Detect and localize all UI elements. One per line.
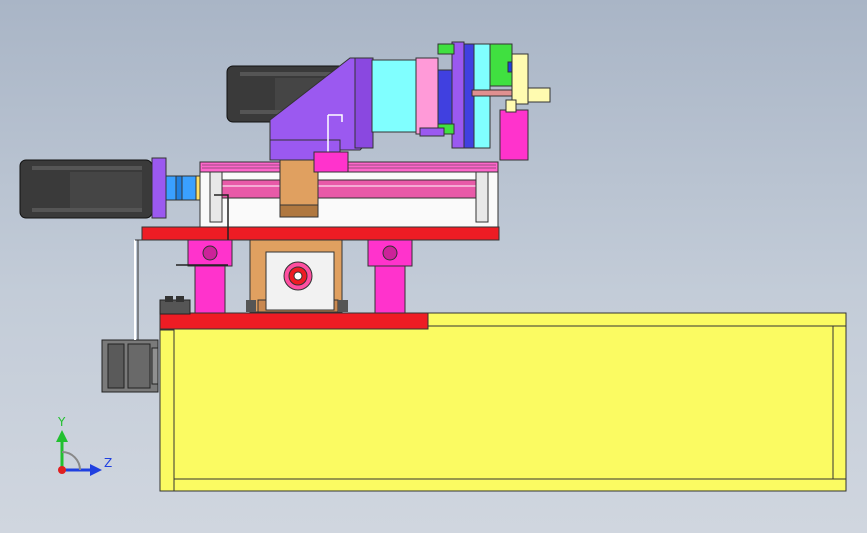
horizontal-servo-motor[interactable] bbox=[19, 157, 209, 219]
bearing-housing[interactable] bbox=[246, 239, 348, 313]
z-axis-label: Z bbox=[104, 456, 112, 470]
y-axis-label: Y bbox=[57, 415, 66, 429]
lower-red-plate[interactable] bbox=[159, 312, 429, 330]
carriage-nut bbox=[279, 204, 319, 218]
base-frame[interactable] bbox=[159, 312, 847, 492]
axis-triad: Y Z bbox=[56, 415, 112, 476]
cad-viewport[interactable]: Y Z bbox=[0, 0, 867, 533]
upper-red-plate[interactable] bbox=[141, 226, 500, 241]
gripper-head[interactable] bbox=[371, 41, 551, 161]
